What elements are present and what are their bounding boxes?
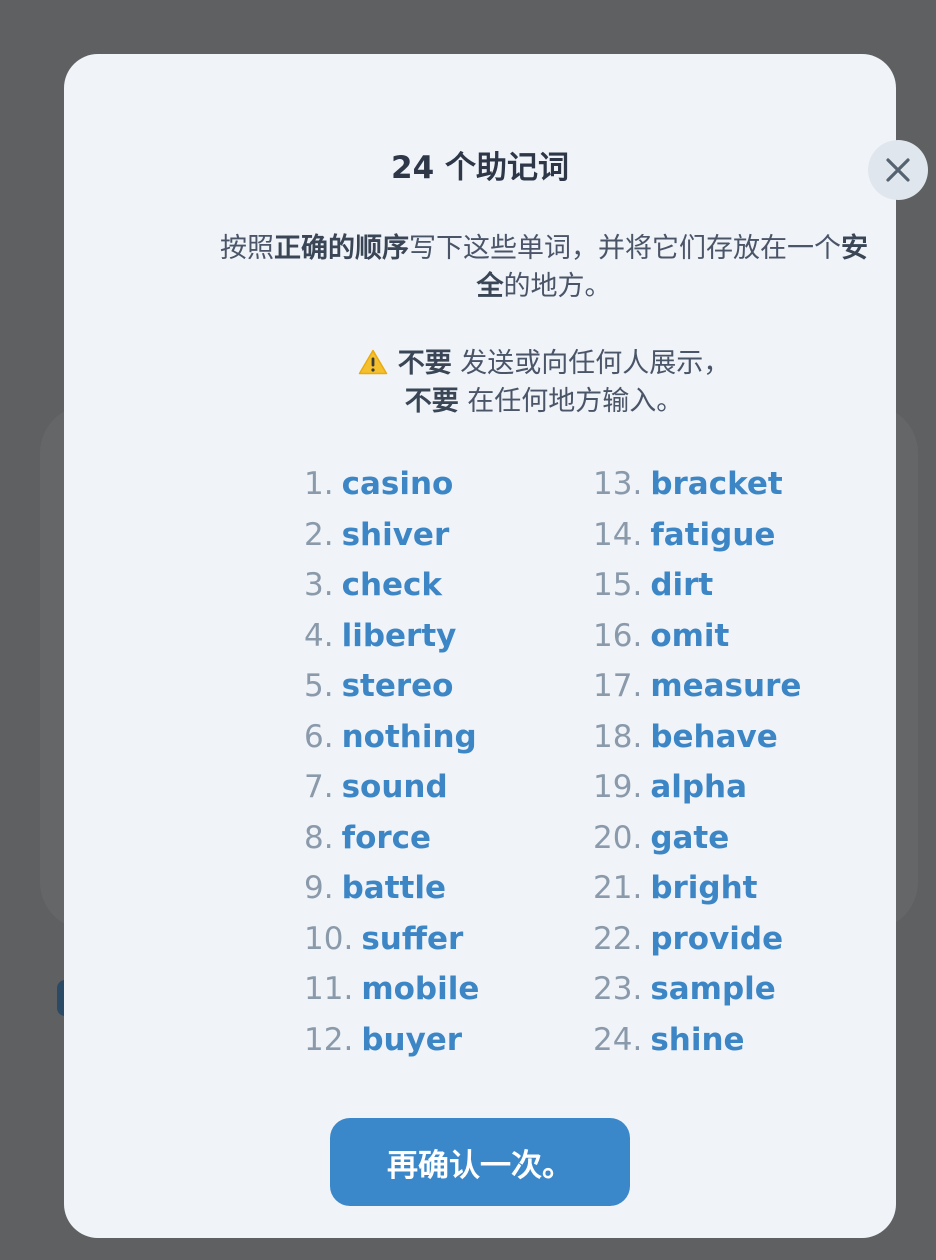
word-item: 15. dirt xyxy=(593,560,801,611)
word-item: 21. bright xyxy=(593,863,801,914)
word-number: 1. xyxy=(304,466,334,502)
word-number: 23. xyxy=(593,971,643,1007)
word-item: 10. suffer xyxy=(304,914,479,965)
mnemonic-modal: 24 个助记词 按照正确的顺序写下这些单词，并将它们存放在一个安全的地方。 不要… xyxy=(64,54,928,1238)
word-number: 21. xyxy=(593,870,643,906)
close-icon xyxy=(886,158,910,182)
word-item: 14. fatigue xyxy=(593,510,801,561)
word-number: 12. xyxy=(304,1021,354,1058)
word-number: 22. xyxy=(593,920,643,957)
word-text: bright xyxy=(650,870,758,906)
warning-icon xyxy=(358,349,387,375)
warning-line-2: 不要 在任何地方输入。 xyxy=(404,386,684,417)
word-number: 19. xyxy=(593,769,643,805)
word-item: 16. omit xyxy=(593,611,801,662)
word-number: 15. xyxy=(593,567,643,603)
word-text: battle xyxy=(341,870,446,906)
word-number: 8. xyxy=(304,819,334,856)
word-text: stereo xyxy=(341,668,454,704)
word-number: 24. xyxy=(593,1021,643,1058)
word-item: 13. bracket xyxy=(593,459,801,510)
emphasis-correct-order: 正确的顺序 xyxy=(274,233,409,264)
word-item: 8. force xyxy=(304,813,479,864)
word-item: 5. stereo xyxy=(304,661,479,712)
word-text: nothing xyxy=(341,718,477,755)
word-number: 2. xyxy=(304,516,334,553)
word-item: 17. measure xyxy=(593,661,801,712)
instructions-text: 按照正确的顺序写下这些单词，并将它们存放在一个安全的地方。 xyxy=(220,233,868,302)
word-item: 9. battle xyxy=(304,863,479,914)
word-item: 4. liberty xyxy=(304,611,479,662)
word-number: 3. xyxy=(304,567,334,603)
word-number: 10. xyxy=(304,920,354,957)
word-text: bracket xyxy=(650,466,783,502)
word-number: 4. xyxy=(304,617,334,654)
warning-text: 不要 发送或向任何人展示， 不要 在任何地方输入。 xyxy=(214,345,874,421)
word-item: 7. sound xyxy=(304,762,479,813)
word-number: 6. xyxy=(304,718,334,755)
word-number: 9. xyxy=(304,870,334,906)
word-item: 1. casino xyxy=(304,459,479,510)
word-item: 2. shiver xyxy=(304,510,479,561)
word-text: shine xyxy=(650,1021,745,1058)
word-item: 20. gate xyxy=(593,813,801,864)
word-item: 12. buyer xyxy=(304,1015,479,1066)
word-number: 11. xyxy=(304,971,354,1007)
word-text: casino xyxy=(341,466,454,502)
word-text: sound xyxy=(341,769,448,805)
word-number: 20. xyxy=(593,819,643,856)
word-text: check xyxy=(341,567,443,603)
word-text: sample xyxy=(650,971,776,1007)
word-number: 18. xyxy=(593,718,643,755)
word-text: dirt xyxy=(650,567,714,603)
word-item: 22. provide xyxy=(593,914,801,965)
word-item: 19. alpha xyxy=(593,762,801,813)
modal-title: 24 个助记词 xyxy=(391,150,569,186)
word-item: 18. behave xyxy=(593,712,801,763)
word-number: 7. xyxy=(304,769,334,805)
word-text: gate xyxy=(650,819,730,856)
word-number: 16. xyxy=(593,617,643,654)
word-text: alpha xyxy=(650,769,748,805)
word-item: 23. sample xyxy=(593,964,801,1015)
word-number: 13. xyxy=(593,466,643,502)
word-text: behave xyxy=(650,718,778,755)
word-text: measure xyxy=(650,668,802,704)
confirm-again-button[interactable]: 再确认一次。 xyxy=(330,1118,630,1206)
word-number: 14. xyxy=(593,516,643,553)
word-item: 11. mobile xyxy=(304,964,479,1015)
word-text: liberty xyxy=(341,617,457,654)
word-column-1: 1. casino 2. shiver 3. check 4. liberty 5. st… xyxy=(304,459,479,1065)
word-column-2: 13. bracket 14. fatigue 15. dirt 16. omit 17… xyxy=(593,459,801,1065)
word-item: 3. check xyxy=(304,560,479,611)
word-text: provide xyxy=(650,920,784,957)
word-text: shiver xyxy=(341,516,450,553)
word-text: buyer xyxy=(361,1021,463,1058)
word-number: 5. xyxy=(304,668,334,704)
word-text: suffer xyxy=(361,920,464,957)
word-number: 17. xyxy=(593,668,643,704)
warning-line-1: 不要 发送或向任何人展示， xyxy=(214,345,874,383)
word-text: mobile xyxy=(361,971,480,1007)
word-item: 24. shine xyxy=(593,1015,801,1066)
word-text: omit xyxy=(650,617,730,654)
word-item: 6. nothing xyxy=(304,712,479,763)
word-text: fatigue xyxy=(650,516,776,553)
close-button[interactable] xyxy=(868,140,928,200)
word-text: force xyxy=(341,819,432,856)
